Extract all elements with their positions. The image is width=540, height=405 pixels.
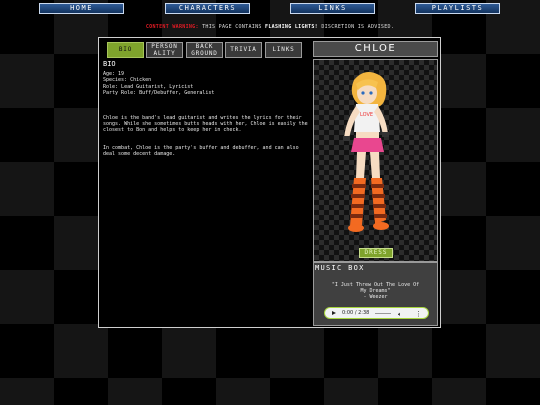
bio-paragraph-2: In combat, Chloe is the party's buffer a… [103, 144, 299, 157]
bio-heading: BIO [103, 60, 116, 68]
audio-time: 0:00 / 2:38 [342, 310, 370, 316]
warning-prefix: CONTENT WARNING: [145, 24, 199, 30]
warning-highlight: FLASHING LIGHTS! [265, 24, 318, 30]
song-artist: - Weezer [363, 293, 388, 300]
tab-trivia[interactable]: TRIVIA [225, 42, 262, 58]
nav-links-button[interactable]: LINKS [290, 3, 375, 14]
tab-personality[interactable]: PERSON ALITY [146, 42, 183, 58]
nav-characters-button[interactable]: CHARACTERS [165, 3, 250, 14]
audio-player: 0:00 / 2:38 🔈︎ ⋮ [324, 307, 429, 319]
bio-content: BIO Age: 19 Species: Chicken Role: Lead … [103, 60, 309, 157]
svg-text:LOVE: LOVE [360, 112, 373, 118]
more-options-icon[interactable]: ⋮ [415, 310, 422, 318]
play-icon[interactable] [332, 310, 336, 315]
dress-button[interactable]: DRESS [359, 248, 393, 258]
character-sidebar: CHLOE LOVE DRESS MUSIC BOX "I Just Threw… [313, 41, 438, 326]
song-info: "I Just Threw Out The Love Of My Dreams"… [314, 282, 437, 300]
nav-playlists-button[interactable]: PLAYLISTS [415, 3, 500, 14]
warning-text-after: DISCRETION IS ADVISED. [321, 24, 395, 30]
warning-text-before: THIS PAGE CONTAINS [202, 24, 262, 30]
top-nav: HOME CHARACTERS LINKS PLAYLISTS [0, 3, 540, 16]
tab-links[interactable]: LINKS [265, 42, 302, 58]
audio-progress-track[interactable] [375, 312, 391, 314]
character-name: CHLOE [313, 41, 438, 57]
content-warning: CONTENT WARNING: THIS PAGE CONTAINS FLAS… [0, 24, 540, 30]
tab-bio[interactable]: BIO [107, 42, 144, 58]
nav-home-button[interactable]: HOME [39, 3, 124, 14]
tab-background[interactable]: BACK GROUND [186, 42, 223, 58]
character-portrait: LOVE DRESS [313, 59, 438, 262]
bio-stats: Age: 19 Species: Chicken Role: Lead Guit… [103, 71, 309, 96]
character-panel: BIO PERSON ALITY BACK GROUND TRIVIA LINK… [98, 37, 441, 328]
music-box-title: MUSIC BOX [315, 264, 365, 272]
volume-icon[interactable]: 🔈︎ [398, 311, 402, 319]
bio-paragraph-1: Chloe is the band's lead guitarist and w… [103, 115, 308, 134]
character-sprite: LOVE [343, 72, 389, 232]
music-box: MUSIC BOX "I Just Threw Out The Love Of … [313, 262, 438, 326]
